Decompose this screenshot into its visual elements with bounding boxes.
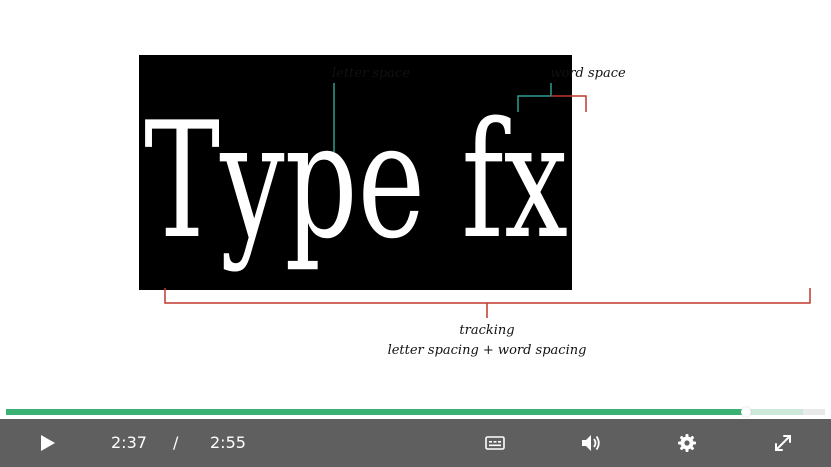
gear-icon: [678, 434, 696, 452]
player-controls: 2:37 / 2:55: [0, 419, 831, 467]
fullscreen-button[interactable]: [772, 432, 794, 454]
captions-icon: [485, 436, 505, 450]
captions-button[interactable]: [484, 432, 506, 454]
lesson-slide: Type fx letter space word space tracking…: [0, 0, 831, 406]
current-time: 2:37: [111, 433, 147, 452]
tracking-bracket: [164, 288, 811, 304]
letter-space-label: letter space: [332, 66, 410, 81]
progress-scrubber[interactable]: [741, 407, 752, 417]
tracking-label: tracking: [459, 323, 514, 338]
play-button[interactable]: [36, 432, 58, 454]
progress-played: [6, 409, 747, 415]
fullscreen-icon: [775, 435, 791, 451]
progress-bar[interactable]: [6, 407, 825, 417]
tracking-formula: letter spacing + word spacing: [388, 343, 587, 358]
time-separator: /: [173, 433, 179, 452]
play-icon: [41, 435, 55, 451]
volume-icon: [582, 435, 600, 451]
type-fx-headline: Type fx: [144, 87, 568, 274]
duration: 2:55: [210, 433, 246, 452]
settings-button[interactable]: [676, 432, 698, 454]
volume-button[interactable]: [580, 432, 602, 454]
slide-illustration: Type fx letter space word space tracking…: [139, 55, 811, 358]
word-space-label: word space: [550, 66, 626, 81]
